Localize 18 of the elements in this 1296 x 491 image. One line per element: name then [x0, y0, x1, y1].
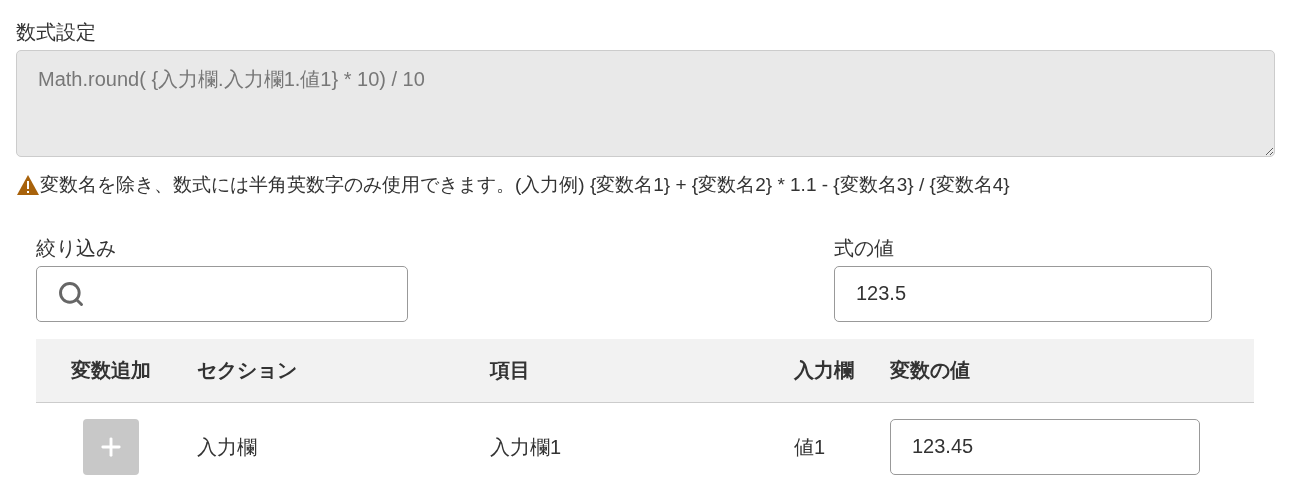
warning-icon: [16, 174, 40, 197]
search-icon: [57, 279, 85, 308]
formula-label: 数式設定: [16, 20, 97, 45]
table-cell: 値1: [794, 435, 826, 458]
filter-label: 絞り込み: [36, 235, 117, 261]
result-field[interactable]: 123.5: [834, 265, 1212, 322]
column-header: 変数追加: [70, 359, 151, 381]
column-header: 変数の値: [890, 359, 970, 381]
result-label: 式の値: [834, 235, 895, 261]
filter-field[interactable]: [36, 265, 408, 322]
column-header: セクション: [197, 359, 297, 381]
table-cell: 入力欄: [197, 435, 257, 458]
warning-text: 変数名を除き、数式には半角英数字のみ使用できます。(入力例) {変数名1} + {変数名2} * 1.1 - {変数名3} / {変数名4}: [40, 173, 1010, 197]
column-header: 入力欄: [794, 359, 854, 381]
formula-field[interactable]: Math.round( {入力欄.入力欄1.値1} * 10) / 10: [16, 50, 1275, 157]
column-header: 項目: [490, 359, 530, 381]
table-cell: 入力欄1: [490, 435, 562, 458]
variable-value-field[interactable]: 123.45: [890, 418, 1200, 475]
